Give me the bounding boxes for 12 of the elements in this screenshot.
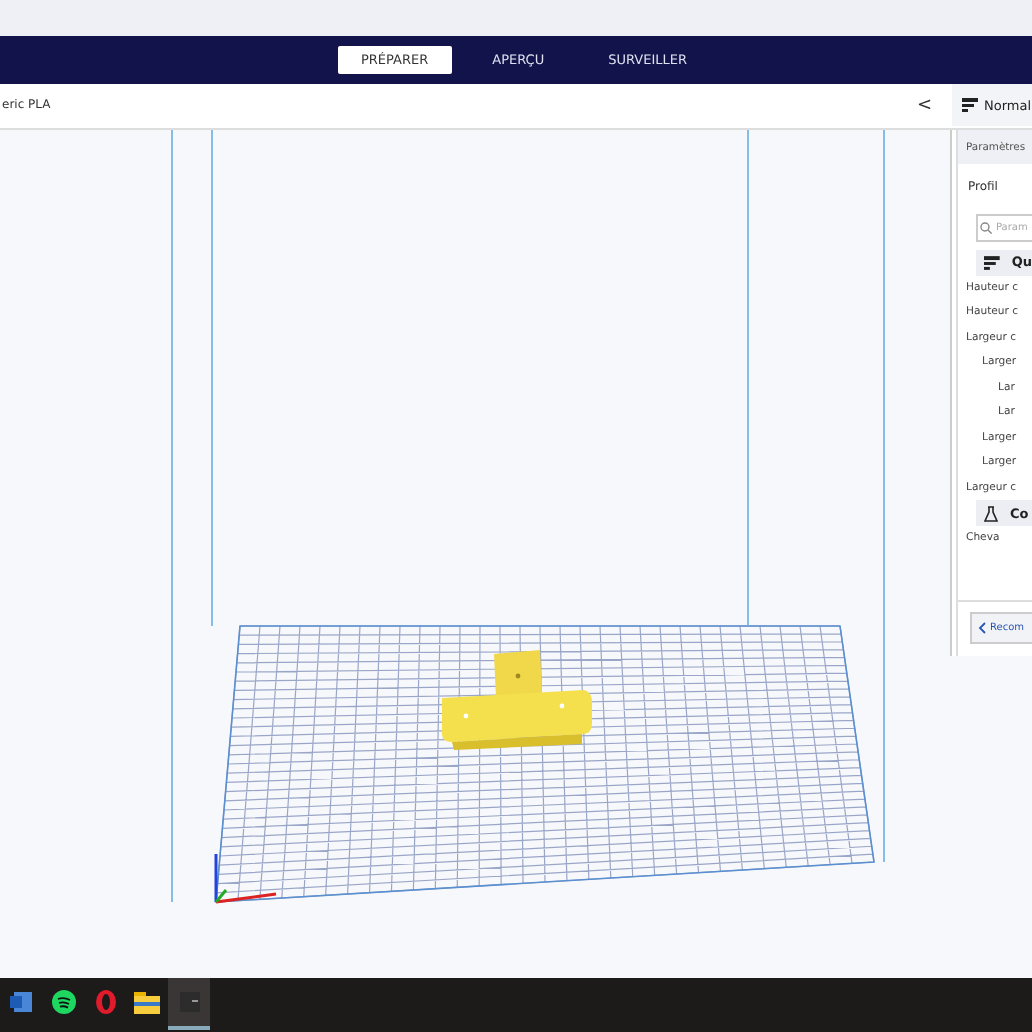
- layers-icon: [962, 98, 978, 113]
- document-app-icon: [9, 990, 33, 1015]
- taskbar-button[interactable]: [168, 978, 210, 1031]
- browser-app-icon: [93, 990, 117, 1015]
- search-icon: [980, 221, 992, 234]
- app-window-icon: [179, 992, 199, 1013]
- music-app-icon: [51, 990, 75, 1015]
- collapse-button[interactable]: <: [916, 95, 932, 116]
- layers-icon: [984, 255, 1000, 270]
- chevron-left-icon: [978, 621, 986, 634]
- folder-icon: [134, 991, 160, 1014]
- flask-icon: [984, 505, 998, 522]
